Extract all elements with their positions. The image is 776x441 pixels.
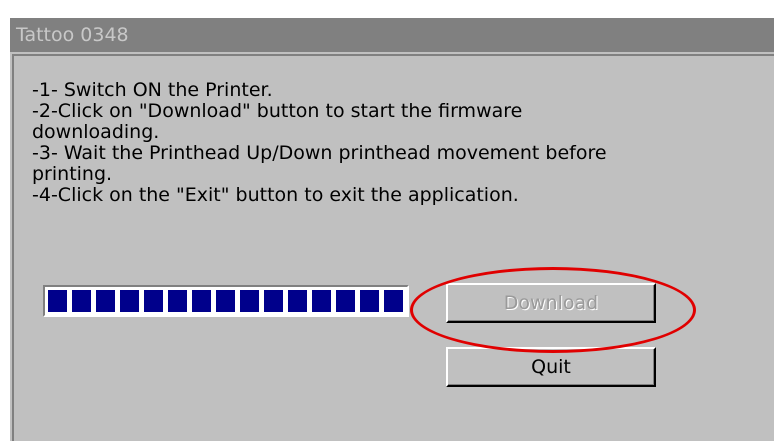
title-bar[interactable]: Tattoo 0348 — [10, 18, 774, 52]
progress-fill — [47, 289, 405, 313]
instruction-line: -4-Click on the "Exit" button to exit th… — [32, 184, 519, 206]
download-button[interactable]: Download — [446, 283, 656, 323]
download-progress-bar — [43, 285, 409, 317]
progress-segment — [48, 290, 67, 312]
progress-segment — [72, 290, 91, 312]
window-title: Tattoo 0348 — [16, 24, 129, 46]
progress-segment — [216, 290, 235, 312]
progress-segment — [168, 290, 187, 312]
progress-segment — [120, 290, 139, 312]
progress-segment — [384, 290, 403, 312]
instruction-line: -3- Wait the Printhead Up/Down printhead… — [32, 142, 607, 164]
instruction-line: -1- Switch ON the Printer. — [32, 79, 273, 101]
instructions-text: -1- Switch ON the Printer. -2-Click on "… — [32, 80, 752, 206]
progress-segment — [336, 290, 355, 312]
progress-segment — [312, 290, 331, 312]
progress-segment — [144, 290, 163, 312]
progress-segment — [192, 290, 211, 312]
instruction-line: printing. — [32, 163, 113, 185]
progress-segment — [96, 290, 115, 312]
progress-segment — [288, 290, 307, 312]
instruction-line: downloading. — [32, 121, 160, 143]
progress-segment — [240, 290, 259, 312]
instruction-line: -2-Click on "Download" button to start t… — [32, 100, 523, 122]
progress-segment — [360, 290, 379, 312]
progress-segment — [264, 290, 283, 312]
quit-button[interactable]: Quit — [446, 347, 656, 387]
